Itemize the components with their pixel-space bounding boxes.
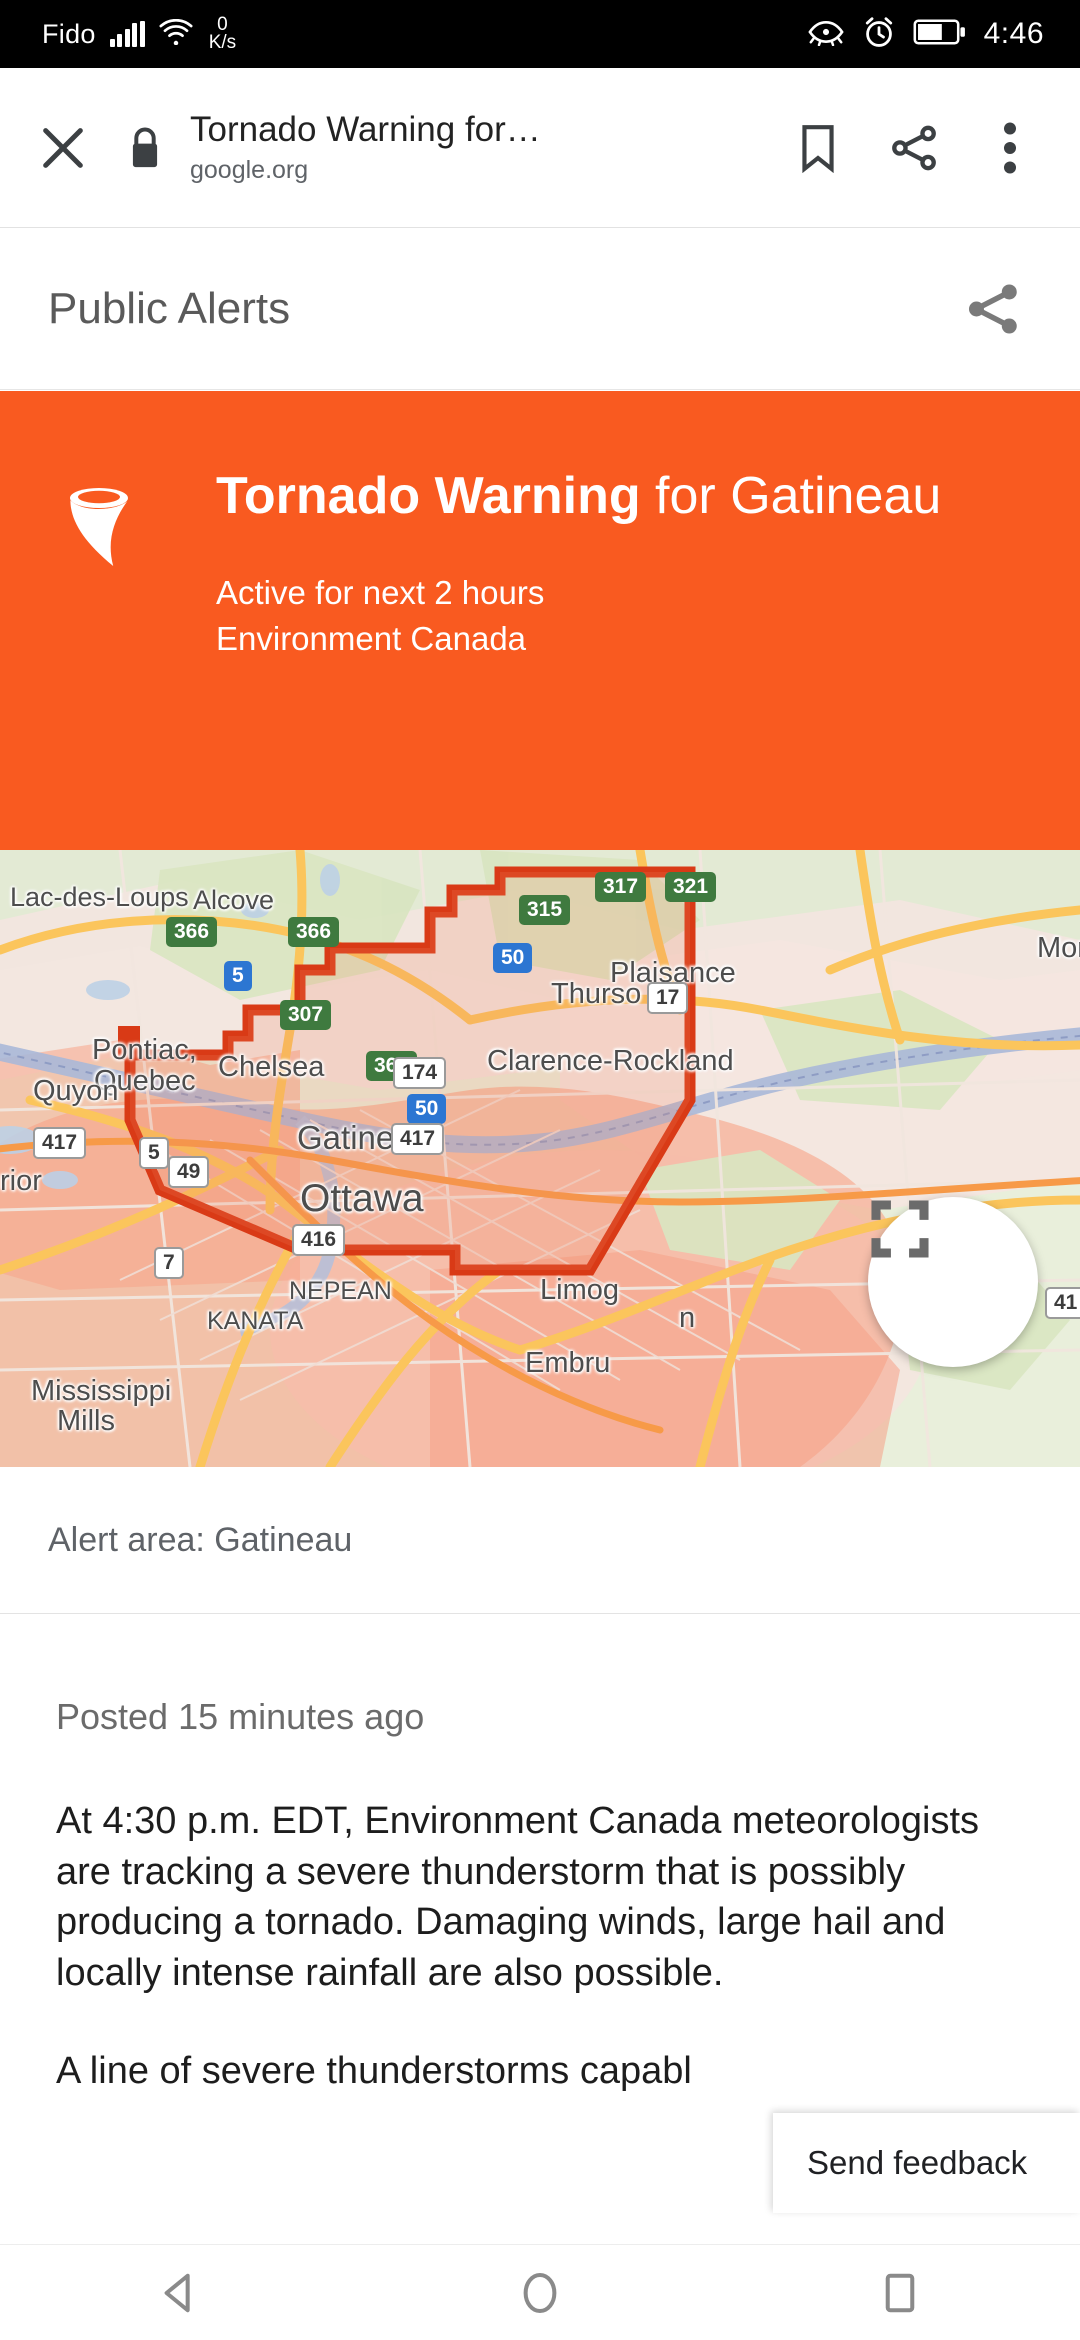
overflow-menu-icon[interactable] — [962, 100, 1058, 196]
highway-shield: 417 — [33, 1127, 87, 1159]
highway-shield: 315 — [519, 895, 571, 925]
highway-shield: 416 — [292, 1224, 346, 1256]
eye-comfort-icon — [807, 18, 845, 51]
highway-shield: 321 — [665, 872, 717, 902]
alert-area-label: Alert area: Gatineau — [48, 1520, 353, 1559]
highway-shield: 50 — [407, 1094, 447, 1124]
alert-duration: Active for next 2 hours — [216, 573, 545, 611]
alert-source: Environment Canada — [216, 620, 527, 658]
map-place-label: n — [679, 1302, 696, 1334]
alert-area-caption: Alert area: Gatineau — [0, 1467, 1080, 1614]
alert-body-paragraph: At 4:30 p.m. EDT, Environment Canada met… — [56, 1800, 980, 1994]
send-feedback-label: Send feedback — [807, 2144, 1028, 2181]
share-icon[interactable] — [958, 274, 1028, 344]
map-place-label: Mississippi — [31, 1375, 172, 1407]
signal-icon — [109, 21, 145, 47]
highway-shield: 50 — [493, 943, 533, 973]
map-place-label: rior — [0, 1165, 42, 1197]
send-feedback-button[interactable]: Send feedback — [773, 2113, 1080, 2213]
map-place-label: Limog — [540, 1274, 619, 1306]
alert-banner: Tornado Warning for Gatineau Active for … — [0, 391, 1080, 850]
map-place-label: Alcove — [193, 885, 275, 915]
alert-body-paragraph-2: A line of severe thunderstorms capabl — [56, 2050, 692, 2093]
highway-shield: 41 — [1045, 1287, 1080, 1319]
network-speed-unit: K/s — [208, 32, 237, 53]
triangle-back-icon[interactable] — [115, 2245, 245, 2340]
highway-shield: 366 — [166, 917, 218, 947]
highway-shield: 17 — [647, 982, 689, 1014]
page-heading: Public Alerts — [48, 284, 291, 333]
map-place-label: Clarence-Rockland — [487, 1045, 734, 1077]
alert-headline-light: for Gatineau — [640, 467, 942, 525]
map-place-label: Ottawa — [300, 1177, 424, 1220]
map-place-label: NEPEAN — [289, 1277, 392, 1305]
map-place-label: KANATA — [207, 1307, 304, 1335]
android-nav-bar — [0, 2244, 1080, 2340]
highway-shield: 417 — [391, 1123, 445, 1155]
page-origin: google.org — [190, 155, 309, 184]
posted-timestamp: Posted 15 minutes ago — [56, 1696, 425, 1737]
alert-headline-strong: Tornado Warning — [216, 467, 641, 525]
alert-text: Tornado Warning for Gatineau Active for … — [216, 463, 1036, 663]
alert-headline: Tornado Warning for Gatineau — [216, 463, 1036, 530]
close-button[interactable] — [32, 117, 94, 179]
status-bar: Fido 0 K/s 4:46 — [0, 0, 1080, 68]
map-place-label: Pontiac, — [92, 1034, 197, 1066]
bookmark-icon[interactable] — [770, 100, 866, 196]
public-alerts-header: Public Alerts — [0, 229, 1080, 390]
status-bar-right: 4:46 — [807, 15, 1080, 54]
network-speed: 0 K/s — [208, 15, 237, 53]
highway-shield: 317 — [595, 872, 647, 902]
highway-shield: 49 — [168, 1156, 210, 1188]
toolbar-actions — [770, 100, 1080, 196]
battery-icon — [913, 18, 967, 51]
content-fade — [0, 2218, 1080, 2244]
highway-shield: 174 — [393, 1057, 447, 1089]
map-place-label: Quyon — [33, 1075, 119, 1107]
map-place-label: Chelsea — [218, 1051, 325, 1083]
carrier-label: Fido — [42, 18, 96, 49]
map-place-label: Mor — [1037, 932, 1080, 964]
share-icon[interactable] — [866, 100, 962, 196]
map-place-label: Mills — [57, 1405, 115, 1437]
circle-home-icon[interactable] — [475, 2245, 605, 2340]
alert-map[interactable]: Lac-des-Loups Alcove Pontiac, Quebec Quyon Ch… — [0, 850, 1080, 1467]
fullscreen-icon[interactable] — [868, 1197, 1038, 1367]
map-place-label: Lac-des-Loups — [10, 882, 189, 912]
browser-toolbar: Tornado Warning for… google.org — [0, 68, 1080, 228]
highway-shield: 366 — [288, 917, 340, 947]
phone-screen: Fido 0 K/s 4:46 Tornado Warning for… goo… — [0, 0, 1080, 2340]
highway-shield: 5 — [224, 961, 252, 991]
page-title: Tornado Warning for… — [190, 109, 541, 149]
lock-icon — [120, 126, 170, 170]
highway-shield: 307 — [280, 1000, 332, 1030]
highway-shield: 5 — [139, 1137, 169, 1169]
alarm-icon — [862, 15, 896, 54]
clock-label: 4:46 — [983, 17, 1044, 50]
status-bar-left: Fido 0 K/s — [0, 15, 237, 53]
address-area[interactable]: Tornado Warning for… google.org — [190, 109, 770, 187]
alert-meta: Active for next 2 hours Environment Cana… — [216, 570, 1036, 664]
tornado-icon — [62, 485, 136, 577]
highway-shield: 7 — [154, 1247, 184, 1279]
map-place-label: Embru — [525, 1347, 611, 1379]
square-recents-icon[interactable] — [835, 2245, 965, 2340]
wifi-icon — [159, 18, 193, 50]
